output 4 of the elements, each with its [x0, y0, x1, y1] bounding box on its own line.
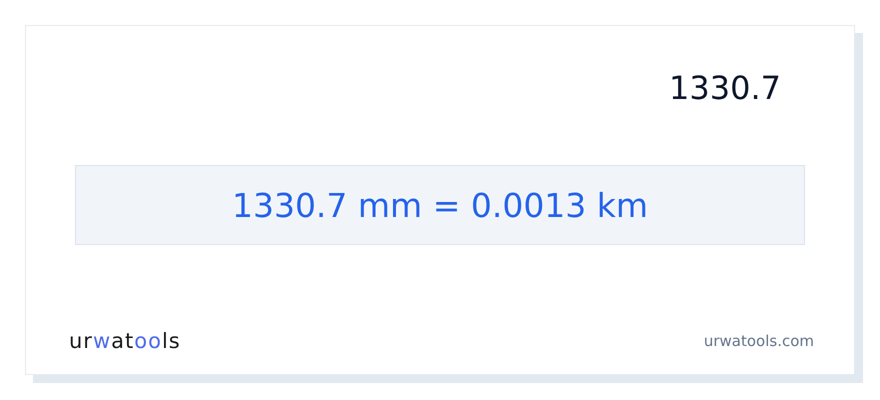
logo: urwatools	[69, 329, 181, 353]
result-text: 1330.7 mm = 0.0013 km	[232, 186, 648, 224]
input-value: 1330.7	[669, 68, 781, 109]
site-url: urwatools.com	[704, 332, 814, 350]
